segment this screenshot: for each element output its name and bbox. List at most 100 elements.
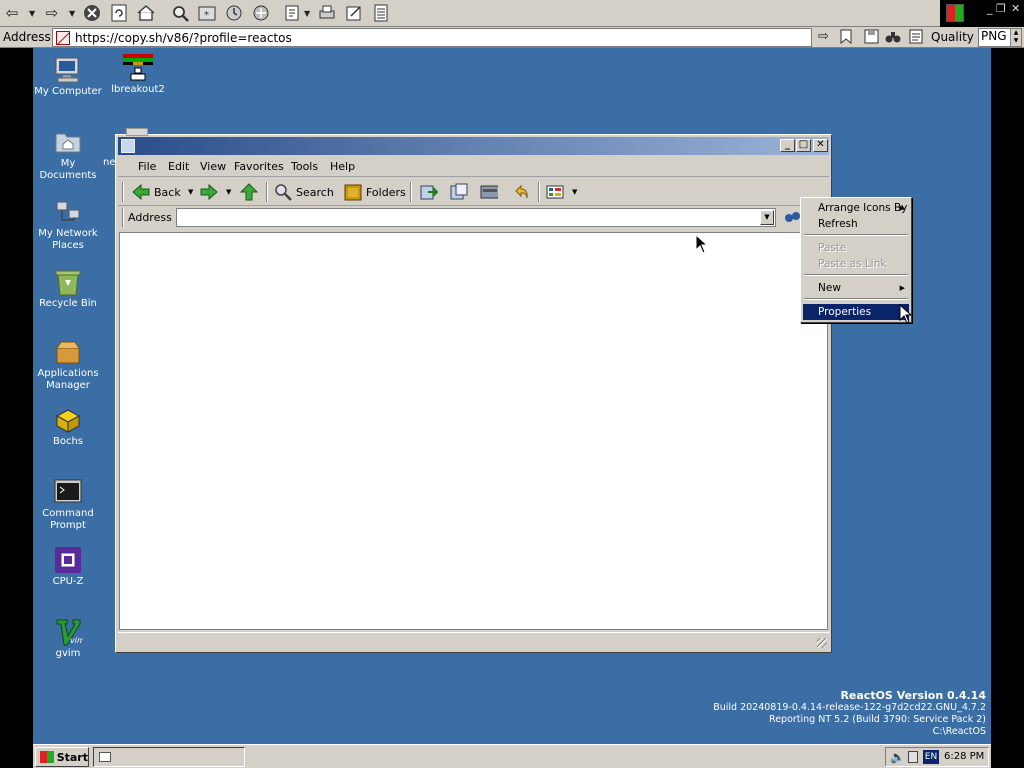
language-indicator[interactable]: EN [923,750,939,764]
search-icon[interactable] [170,3,190,23]
delete-button[interactable] [480,182,502,202]
bochs-icon [53,406,83,434]
menu-view[interactable]: View [200,160,226,173]
back-dropdown-icon[interactable]: ▼ [29,9,35,18]
minimize-button[interactable]: _ [780,139,795,152]
desktop-icon-my-network-places[interactable]: My Network Places [33,198,103,252]
desktop-icon-gvim[interactable]: vim gvim [33,618,103,660]
desktop-icon-label: lbreakout2 [111,84,165,95]
back-arrow-icon [132,183,150,201]
page-icon[interactable] [371,3,391,23]
desktop-icon-label: gvim [55,648,81,659]
network-icon [53,198,83,226]
menu-edit[interactable]: Edit [168,160,189,173]
views-dropdown-icon[interactable]: ▼ [572,188,577,196]
explorer-title-bar[interactable]: _ □ ✕ [118,137,829,155]
desktop-icon-my-computer[interactable]: My Computer [33,56,103,98]
format-value: PNG [981,29,1007,43]
menu-help[interactable]: Help [330,160,355,173]
mouse-cursor-icon [899,304,913,324]
submenu-arrow-icon: ▶ [899,284,905,292]
forward-dropdown-icon[interactable]: ▼ [69,9,75,18]
start-button[interactable]: Start [35,747,89,767]
maximize-button[interactable]: □ [796,139,811,152]
desktop-icon-command-prompt[interactable]: Command Prompt [33,478,103,532]
clock[interactable]: 6:28 PM [944,751,984,762]
back-icon[interactable]: ⇦ [2,3,22,23]
move-to-button[interactable] [420,182,442,202]
version-build: Build 20240819-0.4.14-release-122-g7d2cd… [713,702,986,713]
ctx-new[interactable]: New ▶ [803,280,909,296]
refresh-icon[interactable] [109,3,129,23]
go-icon[interactable]: ⇨ [815,29,832,46]
explorer-window[interactable]: _ □ ✕ File Edit View Favorites Tools Hel… [115,134,832,653]
close-button[interactable]: ✕ [813,139,828,152]
taskbar-window-button[interactable] [93,747,245,767]
ctx-paste-as-link: Paste as Link [803,256,909,272]
ctx-label: New [818,282,841,294]
desktop-icon-bochs[interactable]: Bochs [33,406,103,448]
save-page-icon[interactable] [863,29,880,46]
address-label: Address [3,30,51,44]
address-dropdown-button[interactable]: ▼ [760,210,774,225]
history-icon[interactable] [224,3,244,23]
ctx-properties[interactable]: Properties [803,304,909,320]
folder-content-area[interactable] [119,232,828,630]
ctx-separator [804,234,908,236]
binoculars-icon[interactable] [884,29,901,46]
window-icon [121,139,135,153]
favorites-icon[interactable]: * [197,3,217,23]
copy-to-button[interactable] [450,182,472,202]
forward-button[interactable] [200,182,222,202]
close-icon[interactable]: ✕ [1011,2,1020,15]
folders-button[interactable]: Folders [344,182,406,202]
resize-grip[interactable] [817,638,827,648]
format-select[interactable]: PNG ▲ ▼ [978,28,1022,47]
views-button[interactable] [546,182,568,202]
up-button[interactable] [240,182,262,202]
menu-favorites[interactable]: Favorites [234,160,284,173]
desktop-icon-applications-manager[interactable]: Applications Manager [33,338,103,392]
version-title: ReactOS Version 0.4.14 [840,689,986,702]
desktop-icon-my-documents[interactable]: My Documents [33,128,103,182]
minimize-icon[interactable]: _ [987,2,993,15]
toolbar-separator [266,182,268,202]
address-input[interactable]: ▼ [176,208,776,227]
edit-icon[interactable] [283,3,303,23]
window-controls: _ ❐ ✕ [940,0,1024,27]
menu-tools[interactable]: Tools [291,160,318,173]
ctx-paste: Paste [803,240,909,256]
folders-label: Folders [366,185,406,199]
delete-icon [480,185,498,199]
desktop-icon-lbreakout2[interactable]: lbreakout2 [103,54,173,96]
network-status-icon[interactable] [908,751,918,763]
speaker-icon[interactable]: 🔈 [890,750,905,764]
undo-button[interactable] [512,182,534,202]
url-input[interactable]: https://copy.sh/v86/?profile=reactos [52,28,812,47]
back-button[interactable]: Back [132,182,181,202]
broken-image-icon [56,31,70,45]
search-button[interactable]: Search [274,182,334,202]
stop-icon[interactable] [82,3,102,23]
back-dropdown-icon[interactable]: ▼ [188,188,193,196]
ctx-refresh[interactable]: Refresh [803,216,909,232]
spinner-icon[interactable]: ▲ ▼ [1010,29,1021,46]
bookmark-icon[interactable] [837,29,854,46]
compose-icon[interactable] [344,3,364,23]
game-icon [123,54,153,82]
desktop-icon-recycle-bin[interactable]: Recycle Bin [33,268,103,310]
forward-dropdown-icon[interactable]: ▼ [226,188,231,196]
forward-icon[interactable]: ⇨ [42,3,62,23]
print-icon[interactable] [317,3,337,23]
go-icon[interactable] [784,209,800,225]
media-icon[interactable] [251,3,271,23]
restore-icon[interactable]: ❐ [996,2,1006,15]
edit-dropdown-icon[interactable]: ▼ [304,9,310,18]
document-icon[interactable] [907,29,924,46]
desktop-icon-cpu-z[interactable]: CPU-Z [33,546,103,588]
svg-text:vim: vim [70,636,83,645]
reactos-desktop[interactable]: My Computer lbreakout2 My Documents ne M… [33,48,991,768]
home-icon[interactable] [136,3,156,23]
ctx-arrange-icons-by[interactable]: Arrange Icons By ▶ [803,200,909,216]
menu-file[interactable]: File [138,160,156,173]
